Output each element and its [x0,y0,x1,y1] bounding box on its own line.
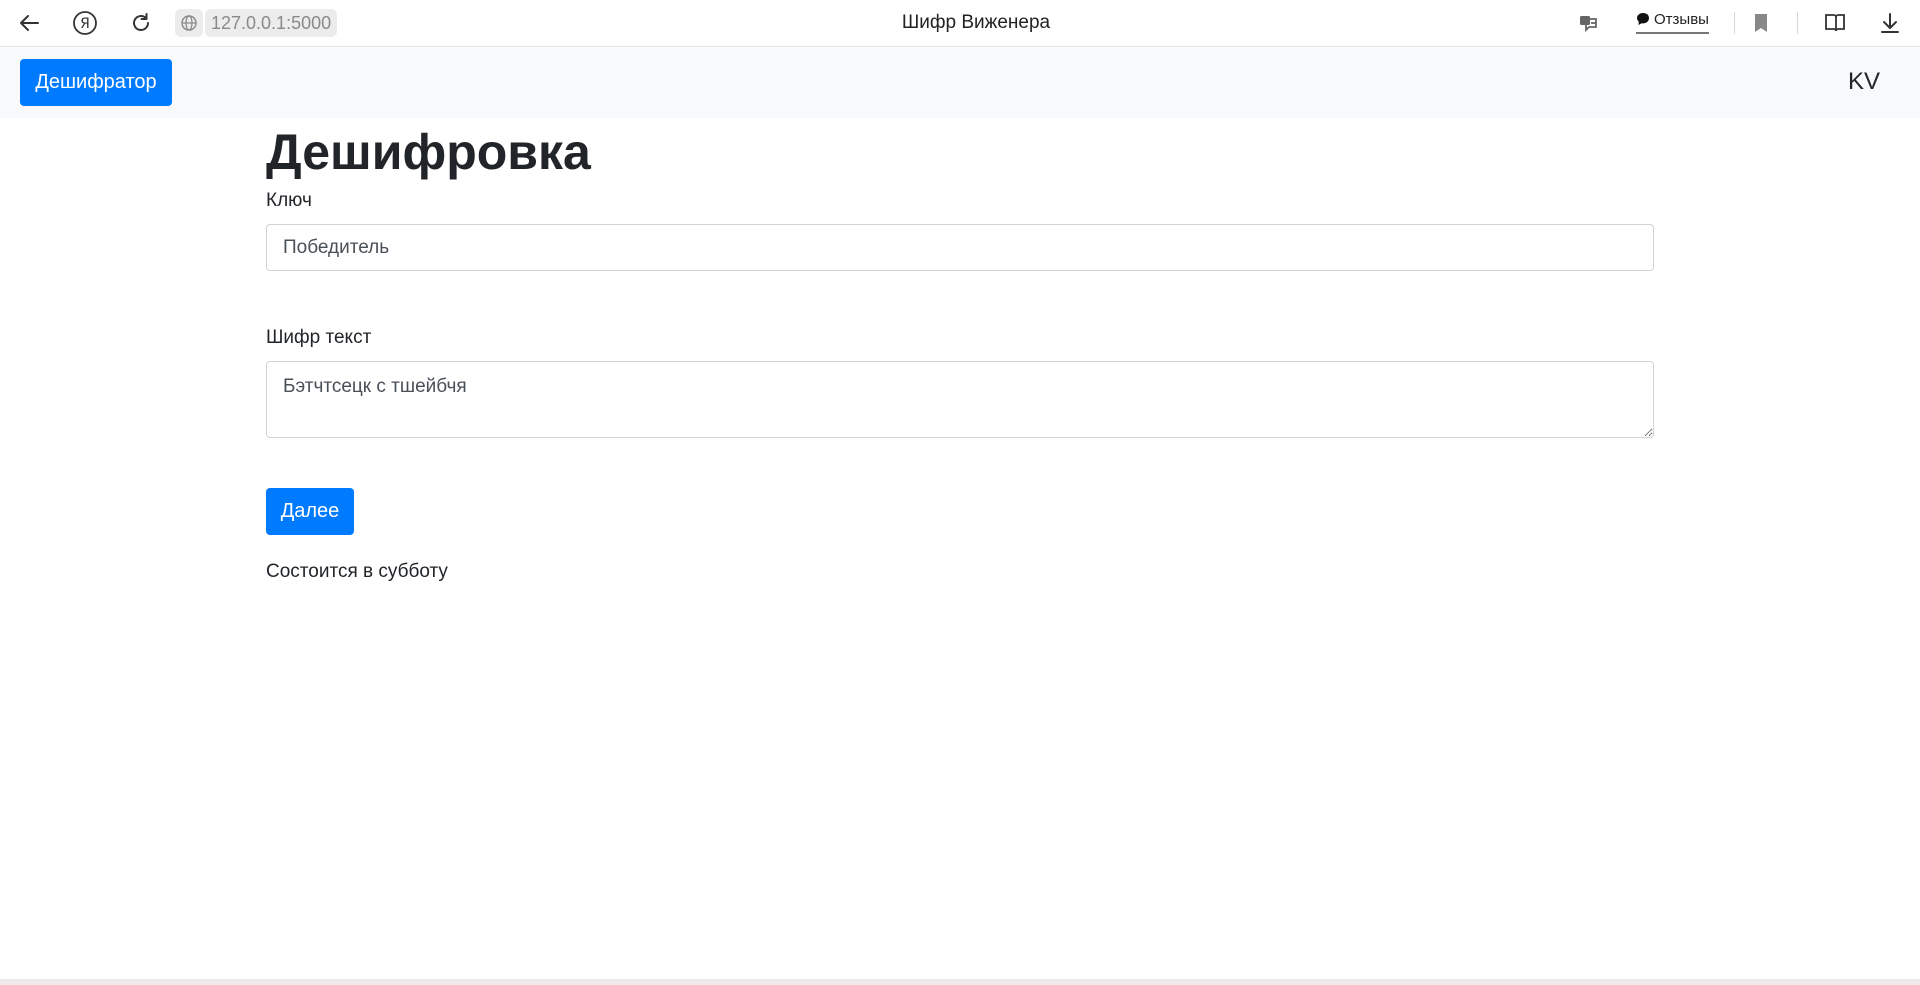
reviews-button[interactable]: Отзывы [1636,8,1709,34]
taskbar-strip [0,979,1920,985]
key-input[interactable] [266,224,1654,271]
main-content: Дешифровка Ключ Шифр текст Бэтчтсецк с т… [266,118,1654,583]
bookmark-icon[interactable] [1748,10,1774,36]
download-icon[interactable] [1877,10,1903,36]
next-button[interactable]: Далее [266,488,354,535]
cipher-text-input[interactable]: Бэтчтсецк с тшейбчя [266,361,1654,438]
reviews-label: Отзывы [1654,10,1709,28]
cipher-text-label: Шифр текст [266,327,372,348]
translate-icon[interactable] [1576,10,1602,36]
navbar: Дешифратор KV [0,48,1920,118]
reader-icon[interactable] [1822,10,1848,36]
tab-title: Шифр Виженера [901,12,1051,33]
toolbar-divider [1734,12,1735,34]
nav-user-initials[interactable]: KV [1848,68,1880,96]
chat-icon [1637,13,1649,25]
key-label: Ключ [266,190,312,211]
browser-toolbar: Я 127.0.0.1:5000 Шифр Виженера Отзывы [0,0,1920,47]
decoder-nav-button[interactable]: Дешифратор [20,59,172,106]
toolbar-divider [1797,12,1798,34]
decrypted-result: Состоится в субботу [266,561,448,582]
page-title: Дешифровка [266,124,591,180]
